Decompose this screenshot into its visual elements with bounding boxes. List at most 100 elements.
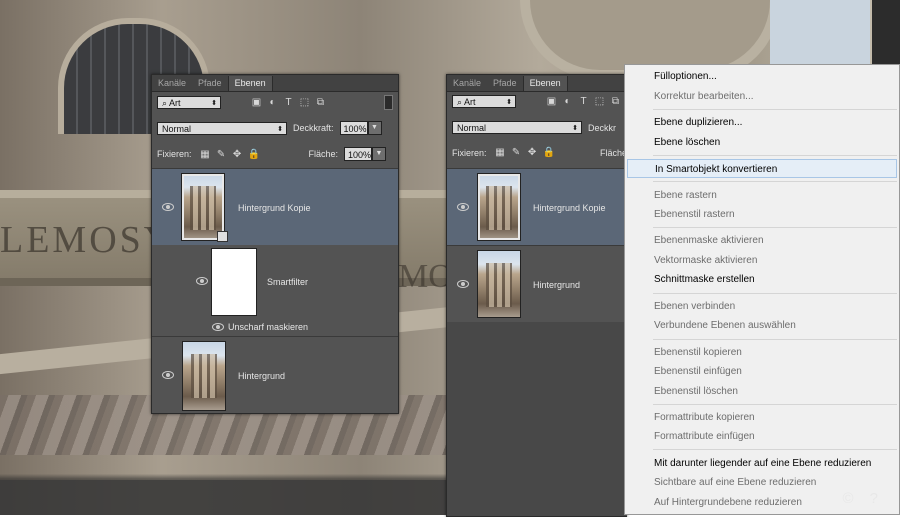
layer-background[interactable]: Hintergrund [152,336,398,414]
visibility-eye-icon[interactable] [162,203,174,211]
menu-item-select-linked-layers: Verbundene Ebenen auswählen [654,320,796,331]
layers-empty-area [447,322,627,516]
menu-item-create-clipping-mask[interactable]: Schnittmaske erstellen [625,270,899,289]
opacity-input[interactable]: 100% [339,121,368,135]
menu-separator [653,155,897,156]
tab-paths[interactable]: Pfade [487,76,523,91]
menu-item-copy-layer-style: Ebenenstil kopieren [654,347,742,358]
menu-separator [653,181,897,182]
visibility-eye-icon[interactable] [196,277,208,285]
frieze-inscription-right: MO [398,258,453,295]
smartobject-badge-icon [217,231,228,242]
shape-filter-icon[interactable]: ⬚ [594,96,605,107]
layer-background-copy[interactable]: Hintergrund Kopie [152,168,398,245]
layer-background-copy[interactable]: Hintergrund Kopie [447,168,627,245]
menu-separator [653,227,897,228]
filter-kind-select[interactable]: ⌕ Art ⬍ [452,95,516,108]
lock-transparency-icon[interactable]: ▦ [495,147,506,158]
image-filter-icon[interactable]: ▣ [251,97,262,108]
adjustment-filter-icon[interactable]: ◐ [267,97,278,108]
filter-toggle[interactable] [384,95,393,110]
fill-dropdown[interactable]: ▼ [372,147,386,161]
panel-tabs: Kanäle Pfade Ebenen [152,75,398,92]
filter-effect-name[interactable]: Unscharf maskieren [228,322,308,332]
lock-paint-icon[interactable]: ✎ [216,149,227,160]
lock-all-icon[interactable]: 🔒 [248,149,260,160]
search-icon: ⌕ [162,98,170,108]
layer-background[interactable]: Hintergrund [447,245,627,322]
menu-item-convert-to-smartobject[interactable]: In Smartobjekt konvertieren [627,159,897,178]
menu-item-copy-shape-attributes: Formattribute kopieren [654,412,755,423]
smartobject-filter-icon[interactable]: ⧉ [610,96,621,107]
lock-transparency-icon[interactable]: ▦ [200,149,211,160]
layer-thumbnail [477,250,521,318]
visibility-eye-icon[interactable] [212,323,224,331]
lock-label: Fixieren: [157,149,192,159]
layer-name[interactable]: Hintergrund [238,371,285,381]
lock-label: Fixieren: [452,147,487,158]
blend-row: Normal ⬍ Deckkraft: 100% ▼ [157,121,386,135]
layers-panel-left: Kanäle Pfade Ebenen ⌕ Art ⬍ ▣ ◐ T ⬚ ⧉ Nor… [151,74,399,414]
filter-kind-select[interactable]: ⌕ Art ⬍ [157,96,221,109]
updown-icon: ⬍ [211,100,217,107]
visibility-eye-icon[interactable] [162,371,174,379]
tab-channels[interactable]: Kanäle [152,76,192,91]
blend-mode-select[interactable]: Normal ⬍ [452,121,582,134]
filter-mask-thumbnail[interactable] [211,248,257,316]
menu-item-edit-adjustment: Korrektur bearbeiten... [654,91,754,102]
text-filter-icon[interactable]: T [578,96,589,107]
layer-name[interactable]: Hintergrund Kopie [533,203,606,213]
menu-item-paste-layer-style: Ebenenstil einfügen [654,366,742,377]
lock-position-icon[interactable]: ✥ [232,149,243,160]
menu-item-rasterize-layer: Ebene rastern [654,190,717,201]
smartfilter-label: Smartfilter [267,277,309,287]
smartfilter-group[interactable]: Smartfilter Unscharf maskieren [152,245,398,335]
menu-item-paste-shape-attributes: Formattribute einfügen [654,431,755,442]
layer-thumbnail [182,341,226,411]
menu-item-enable-layer-mask: Ebenenmaske aktivieren [654,235,764,246]
tab-paths[interactable]: Pfade [192,76,228,91]
menu-separator [653,109,897,110]
copyright-help-icons[interactable]: © ? [842,490,884,507]
text-filter-icon[interactable]: T [283,97,294,108]
menu-separator [653,449,897,450]
lock-row: Fixieren: ▦ ✎ ✥ 🔒 Fläche [452,147,627,158]
layer-name[interactable]: Hintergrund [533,280,580,290]
fill-label: Fläche [599,147,627,158]
lock-all-icon[interactable]: 🔒 [543,147,555,158]
tab-layers[interactable]: Ebenen [522,76,568,91]
tab-channels[interactable]: Kanäle [447,76,487,91]
layer-thumbnail [477,173,521,241]
layers-panel-right: Kanäle Pfade Ebenen ⌕ Art ⬍ ▣ ◐ T ⬚ ⧉ Nor… [446,74,627,517]
menu-item-clear-layer-style: Ebenenstil löschen [654,386,738,397]
menu-item-duplicate-layer[interactable]: Ebene duplizieren... [625,113,899,132]
menu-item-rasterize-layer-style: Ebenenstil rastern [654,209,735,220]
shape-filter-icon[interactable]: ⬚ [299,97,310,108]
layer-name[interactable]: Hintergrund Kopie [238,203,311,213]
opacity-label: Deckkraft: [293,123,334,133]
tab-layers[interactable]: Ebenen [227,76,273,91]
updown-icon: ⬍ [572,125,578,132]
menu-item-blending-options[interactable]: Fülloptionen... [625,67,899,86]
fill-input[interactable]: 100% [344,147,372,161]
visibility-eye-icon[interactable] [457,203,469,211]
opacity-dropdown[interactable]: ▼ [367,121,382,135]
sky-patch [770,0,870,70]
lock-row: Fixieren: ▦ ✎ ✥ 🔒 Fläche: 100% ▼ [157,147,386,161]
adjustment-filter-icon[interactable]: ◐ [562,96,573,107]
menu-separator [653,293,897,294]
menu-item-merge-down[interactable]: Mit darunter liegender auf eine Ebene re… [625,454,899,473]
menu-item-delete-layer[interactable]: Ebene löschen [625,133,899,152]
blend-mode-select[interactable]: Normal ⬍ [157,121,287,135]
menu-item-link-layers: Ebenen verbinden [654,301,736,312]
image-filter-icon[interactable]: ▣ [546,96,557,107]
updown-icon: ⬍ [506,99,512,106]
smartobject-filter-icon[interactable]: ⧉ [315,97,326,108]
blend-row: Normal ⬍ Deckkr [452,121,627,134]
lock-paint-icon[interactable]: ✎ [511,147,522,158]
visibility-eye-icon[interactable] [457,280,469,288]
filter-row: ⌕ Art ⬍ ▣ ◐ T ⬚ ⧉ [157,95,393,110]
fill-label: Fläche: [308,149,338,159]
layer-context-menu: Fülloptionen... Korrektur bearbeiten... … [624,64,900,515]
lock-position-icon[interactable]: ✥ [527,147,538,158]
